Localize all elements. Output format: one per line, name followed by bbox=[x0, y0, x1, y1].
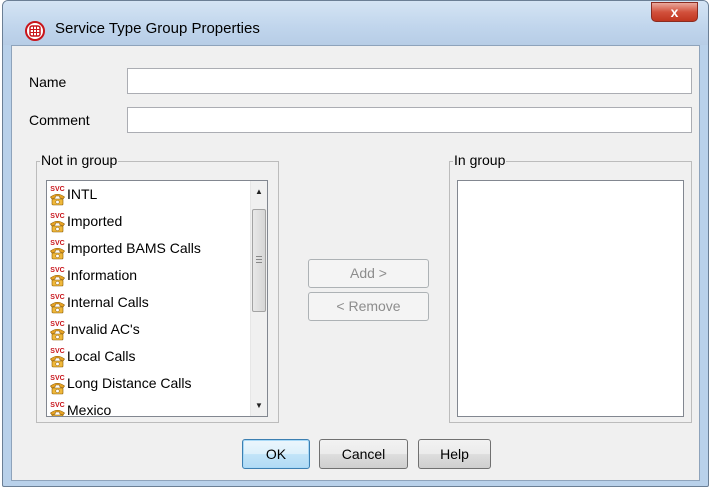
svc-phone-icon: SVC bbox=[49, 238, 66, 260]
not-in-group-list[interactable]: SVC INTL SVC Imported SVC Imported BAMS Calls… bbox=[46, 180, 268, 417]
list-item-label: Long Distance Calls bbox=[67, 375, 192, 391]
not-in-group-title: Not in group bbox=[40, 152, 119, 168]
dialog-body: Name Comment Not in group SVC INTL SVC Impo… bbox=[11, 45, 700, 481]
list-item[interactable]: SVC Mexico bbox=[47, 397, 267, 417]
scroll-thumb[interactable] bbox=[252, 209, 266, 312]
app-logo-icon bbox=[25, 21, 45, 41]
list-item[interactable]: SVC Invalid AC's bbox=[47, 316, 267, 343]
list-item-label: Information bbox=[67, 267, 138, 283]
comment-input[interactable] bbox=[127, 107, 692, 133]
list-item[interactable]: SVC Information bbox=[47, 262, 267, 289]
in-group-box: In group bbox=[449, 152, 692, 423]
not-in-group-box: Not in group SVC INTL SVC Imported SVC Import… bbox=[36, 152, 279, 423]
svg-text:SVC: SVC bbox=[50, 267, 64, 274]
ok-button[interactable]: OK bbox=[242, 439, 310, 469]
list-item-label: Imported BAMS Calls bbox=[67, 240, 201, 256]
help-button[interactable]: Help bbox=[418, 439, 491, 469]
list-item[interactable]: SVC Internal Calls bbox=[47, 289, 267, 316]
list-item[interactable]: SVC INTL bbox=[47, 181, 267, 208]
svg-text:SVC: SVC bbox=[50, 213, 64, 220]
remove-button[interactable]: < Remove bbox=[308, 292, 429, 321]
svg-text:SVC: SVC bbox=[50, 375, 64, 382]
list-item-label: Imported bbox=[67, 213, 123, 229]
list-item-label: Local Calls bbox=[67, 348, 136, 364]
comment-label: Comment bbox=[29, 112, 90, 128]
list-item[interactable]: SVC Imported bbox=[47, 208, 267, 235]
list-scrollbar[interactable]: ▲ ▼ bbox=[250, 181, 267, 416]
svg-text:SVC: SVC bbox=[50, 240, 64, 247]
list-item-label: Invalid AC's bbox=[67, 321, 140, 337]
scroll-up-icon[interactable]: ▲ bbox=[251, 183, 267, 200]
close-icon: x bbox=[670, 4, 679, 20]
svg-text:SVC: SVC bbox=[50, 294, 64, 301]
name-label: Name bbox=[29, 74, 67, 90]
svg-text:SVC: SVC bbox=[50, 348, 64, 355]
list-item[interactable]: SVC Long Distance Calls bbox=[47, 370, 267, 397]
add-button[interactable]: Add > bbox=[308, 259, 429, 288]
not-in-group-items: SVC INTL SVC Imported SVC Imported BAMS Calls… bbox=[47, 181, 267, 417]
svc-phone-icon: SVC bbox=[49, 211, 66, 233]
cancel-button[interactable]: Cancel bbox=[319, 439, 408, 469]
svc-phone-icon: SVC bbox=[49, 400, 66, 416]
svg-text:SVC: SVC bbox=[50, 321, 64, 328]
name-input[interactable] bbox=[127, 68, 692, 94]
list-item-label: INTL bbox=[67, 186, 98, 202]
list-item-label: Mexico bbox=[67, 402, 112, 417]
svc-phone-icon: SVC bbox=[49, 184, 66, 206]
list-item-label: Internal Calls bbox=[67, 294, 149, 310]
svc-phone-icon: SVC bbox=[49, 265, 66, 287]
svc-phone-icon: SVC bbox=[49, 373, 66, 395]
title-bar[interactable]: Service Type Group Properties x bbox=[3, 1, 708, 45]
window-title: Service Type Group Properties bbox=[55, 20, 260, 37]
close-button[interactable]: x bbox=[651, 2, 698, 22]
in-group-title: In group bbox=[453, 152, 507, 168]
in-group-list[interactable] bbox=[457, 180, 684, 417]
svc-phone-icon: SVC bbox=[49, 319, 66, 341]
list-item[interactable]: SVC Local Calls bbox=[47, 343, 267, 370]
list-item[interactable]: SVC Imported BAMS Calls bbox=[47, 235, 267, 262]
svg-text:SVC: SVC bbox=[50, 402, 64, 409]
svg-text:SVC: SVC bbox=[50, 186, 64, 193]
scroll-down-icon[interactable]: ▼ bbox=[251, 397, 267, 414]
dialog-window: Service Type Group Properties x Name Com… bbox=[2, 0, 709, 487]
svc-phone-icon: SVC bbox=[49, 292, 66, 314]
svc-phone-icon: SVC bbox=[49, 346, 66, 368]
